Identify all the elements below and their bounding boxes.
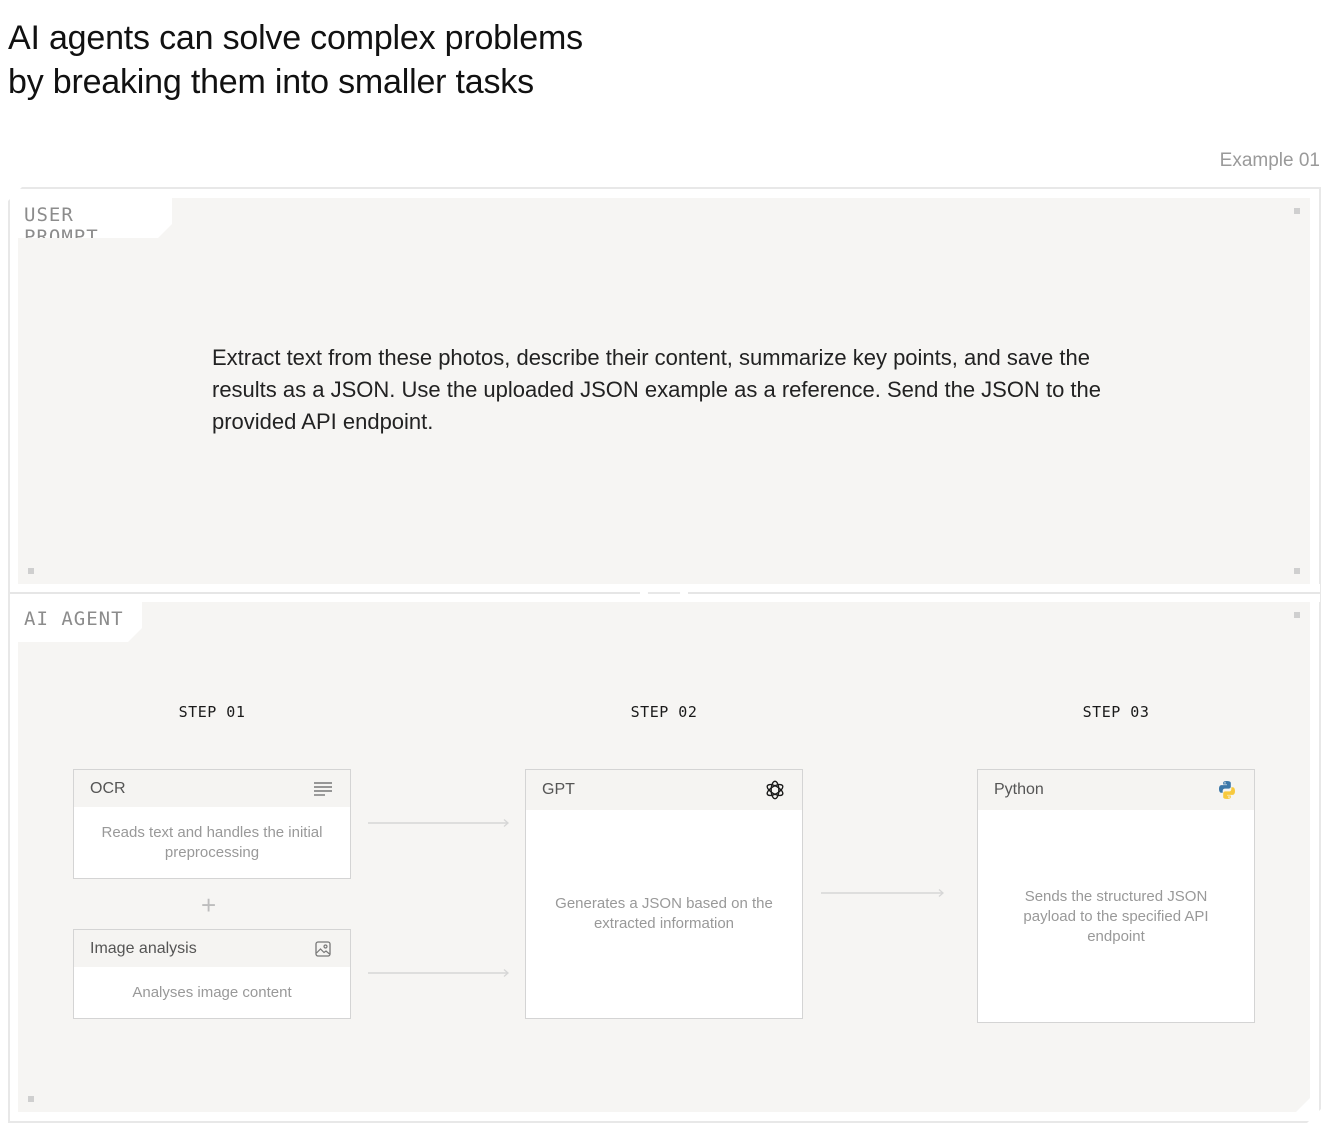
connector-right xyxy=(680,584,1320,602)
image-analysis-card-description: Analyses image content xyxy=(132,984,292,1001)
python-card-title: Python xyxy=(994,781,1044,798)
python-card-header: Python xyxy=(978,770,1254,810)
gpt-card-description: Generates a JSON based on the extracted … xyxy=(555,895,773,932)
headline-line-2: by breaking them into smaller tasks xyxy=(8,63,534,101)
ocr-card-header: OCR xyxy=(74,770,350,807)
user-prompt-text: Extract text from these photos, describe… xyxy=(212,345,1102,434)
python-card-description: Sends the structured JSON payload to the… xyxy=(1023,888,1209,945)
image-icon xyxy=(312,938,334,960)
corner-dot xyxy=(28,568,34,574)
ocr-card[interactable]: OCR Reads text and handles the initial p… xyxy=(73,769,351,879)
ocr-card-description: Reads text and handles the initial prepr… xyxy=(101,824,323,861)
image-analysis-card[interactable]: Image analysis Analyses image content xyxy=(73,929,351,1019)
gpt-card[interactable]: GPT Generates a JSON based on the extrac… xyxy=(525,769,803,1019)
python-logo-icon xyxy=(1216,779,1238,801)
step-02-label: STEP 02 xyxy=(630,703,698,721)
corner-dot xyxy=(1294,568,1300,574)
user-prompt-tab: USER PROMPT xyxy=(18,198,172,238)
arrow-image-analysis-to-gpt xyxy=(368,968,510,978)
connector-left xyxy=(10,584,648,602)
openai-logo-icon xyxy=(764,779,786,801)
plus-icon: + xyxy=(201,890,217,920)
gpt-card-header: GPT xyxy=(526,770,802,810)
headline-line-1: AI agents can solve complex problems xyxy=(8,19,583,57)
arrow-ocr-to-gpt xyxy=(368,818,510,828)
ai-agent-tab: AI AGENT xyxy=(18,602,142,642)
image-analysis-card-title: Image analysis xyxy=(90,939,197,957)
arrow-gpt-to-python xyxy=(821,888,945,898)
example-label: Example 01 xyxy=(1219,150,1320,171)
corner-dot xyxy=(1294,612,1300,618)
corner-dot xyxy=(1294,208,1300,214)
python-card[interactable]: Python Sends the structured JSON payload… xyxy=(977,769,1255,1023)
step-01-label: STEP 01 xyxy=(178,703,246,721)
step-03-label: STEP 03 xyxy=(1082,703,1150,721)
ocr-card-title: OCR xyxy=(90,779,126,797)
corner-dot xyxy=(28,1096,34,1102)
text-lines-icon xyxy=(312,778,334,800)
page-headline: AI agents can solve complex problems by … xyxy=(8,16,583,104)
image-analysis-card-header: Image analysis xyxy=(74,930,350,967)
gpt-card-title: GPT xyxy=(542,781,575,798)
